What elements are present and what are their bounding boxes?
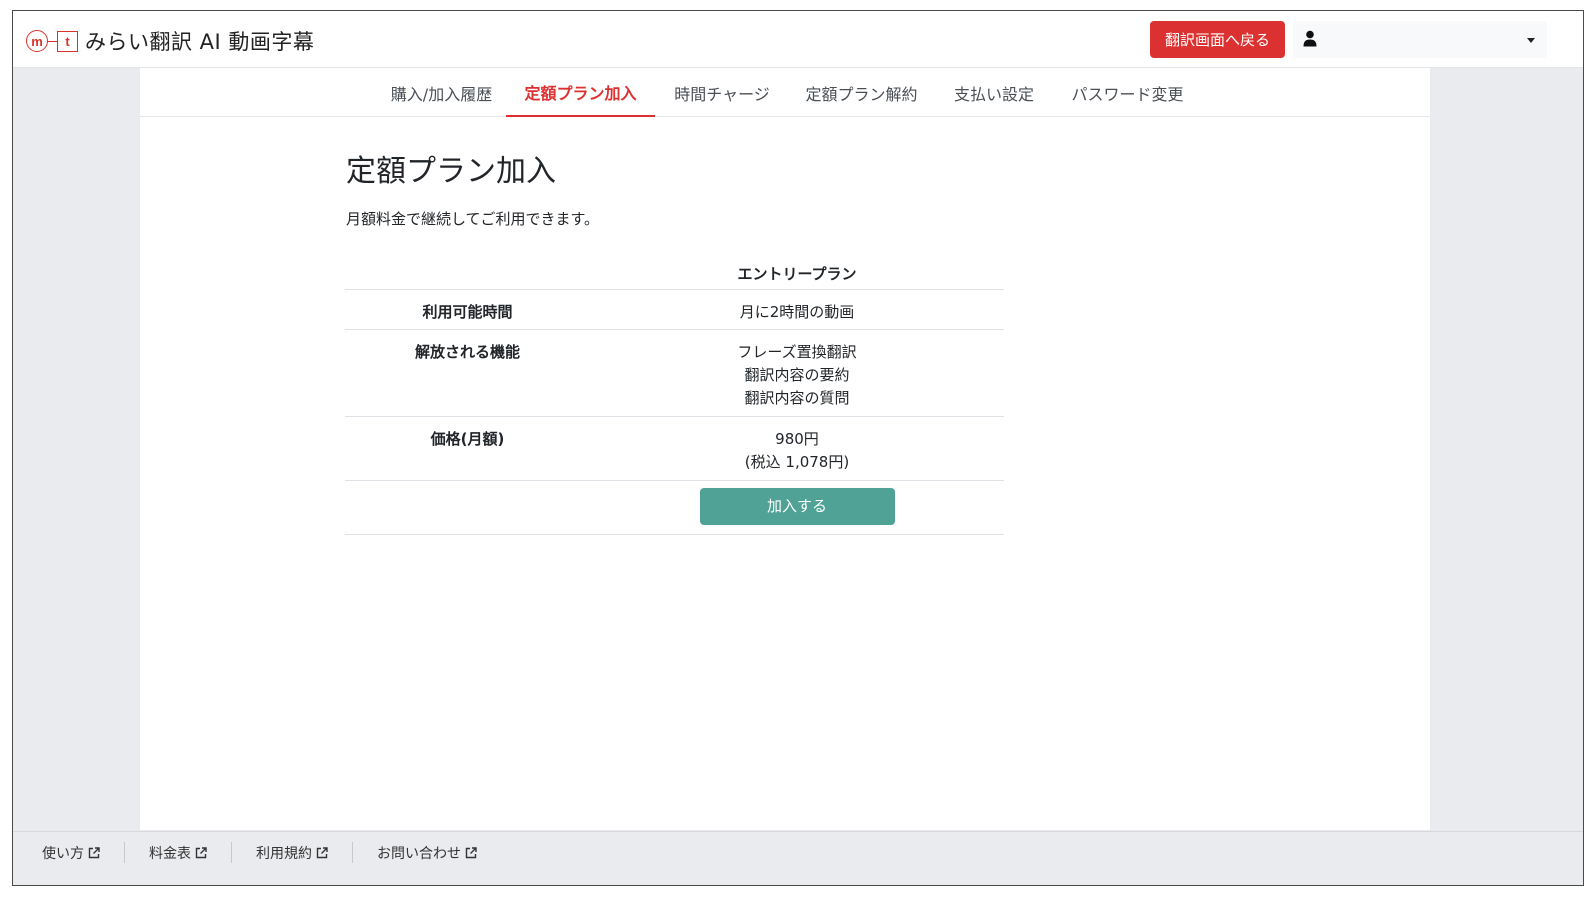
plan-table: エントリープラン 利用可能時間 月に2時間の動画 解放される機能 フレーズ置換翻…: [345, 256, 1004, 535]
app-window: m t みらい翻訳 AI 動画字幕 翻訳画面へ戻る 購入/加入履歴 定額プラン加…: [12, 10, 1584, 886]
value-line: 翻訳内容の質問: [744, 389, 850, 407]
footer: 使い方 料金表 利用規約 お問い合わせ: [13, 831, 1583, 885]
footer-link-pricing[interactable]: 料金表: [149, 843, 207, 863]
footer-link-label: お問い合わせ: [377, 846, 461, 862]
action-cell: 加入する: [590, 481, 1004, 534]
plan-row-action: 加入する: [345, 481, 1004, 535]
value-line: 翻訳内容の要約: [744, 366, 850, 384]
app-title: みらい翻訳 AI 動画字幕: [85, 30, 315, 54]
row-label: 利用可能時間: [422, 303, 513, 321]
plan-header-empty: [345, 256, 590, 289]
user-menu-dropdown[interactable]: [1293, 21, 1547, 58]
tab-time-charge[interactable]: 時間チャージ: [661, 68, 783, 117]
app-header: m t みらい翻訳 AI 動画字幕 翻訳画面へ戻る: [13, 11, 1583, 68]
external-link-icon: [465, 847, 477, 859]
footer-link-how-to-use[interactable]: 使い方: [42, 843, 100, 863]
external-link-icon: [316, 847, 328, 859]
tab-purchase-history[interactable]: 購入/加入履歴: [378, 68, 505, 117]
external-link-icon: [195, 847, 207, 859]
join-plan-button[interactable]: 加入する: [699, 488, 895, 525]
page-title: 定額プラン加入: [346, 154, 556, 189]
footer-link-contact[interactable]: お問い合わせ: [377, 843, 477, 863]
plan-header-row: エントリープラン: [345, 256, 1004, 290]
plan-row-price: 価格(月額) 980円 (税込 1,078円): [345, 417, 1004, 481]
back-to-translation-button[interactable]: 翻訳画面へ戻る: [1150, 21, 1285, 58]
logo-t-mark: t: [57, 30, 78, 52]
footer-link-label: 料金表: [149, 846, 191, 862]
tab-change-password[interactable]: パスワード変更: [1061, 68, 1194, 117]
row-label: 価格(月額): [430, 430, 505, 448]
plan-row-features: 解放される機能 フレーズ置換翻訳 翻訳内容の要約 翻訳内容の質問: [345, 330, 1004, 417]
price-monthly: 980円: [775, 430, 819, 448]
row-label: 解放される機能: [414, 343, 520, 361]
tab-cancel-plan[interactable]: 定額プラン解約: [796, 68, 927, 117]
page-description: 月額料金で継続してご利用できます。: [346, 210, 600, 228]
logo-connector: [48, 40, 57, 42]
main-panel: 購入/加入履歴 定額プラン加入 時間チャージ 定額プラン解約 支払い設定 パスワ…: [140, 68, 1430, 830]
tab-subscribe-plan[interactable]: 定額プラン加入: [506, 68, 655, 117]
external-link-icon: [88, 847, 100, 859]
logo-m-mark: m: [26, 30, 48, 52]
price-tax-included: (税込 1,078円): [744, 453, 850, 471]
value-line: フレーズ置換翻訳: [737, 343, 857, 361]
footer-divider: [352, 842, 353, 863]
plan-name: エントリープラン: [737, 265, 857, 283]
value-line: 月に2時間の動画: [739, 303, 855, 321]
footer-link-label: 使い方: [42, 846, 84, 862]
footer-link-terms[interactable]: 利用規約: [256, 843, 328, 863]
tab-payment-settings[interactable]: 支払い設定: [940, 68, 1048, 117]
action-empty: [345, 481, 590, 534]
chevron-down-icon: [1527, 38, 1535, 43]
row-value: 980円 (税込 1,078円): [590, 417, 1004, 480]
footer-link-label: 利用規約: [256, 846, 312, 862]
footer-divider: [231, 842, 232, 863]
row-value: フレーズ置換翻訳 翻訳内容の要約 翻訳内容の質問: [590, 330, 1004, 416]
user-icon: [1303, 30, 1317, 47]
footer-divider: [124, 842, 125, 863]
plan-row-available-time: 利用可能時間 月に2時間の動画: [345, 290, 1004, 330]
row-value: 月に2時間の動画: [590, 290, 1004, 329]
account-tabs: 購入/加入履歴 定額プラン加入 時間チャージ 定額プラン解約 支払い設定 パスワ…: [140, 68, 1430, 117]
app-logo[interactable]: m t みらい翻訳 AI 動画字幕: [26, 26, 314, 56]
